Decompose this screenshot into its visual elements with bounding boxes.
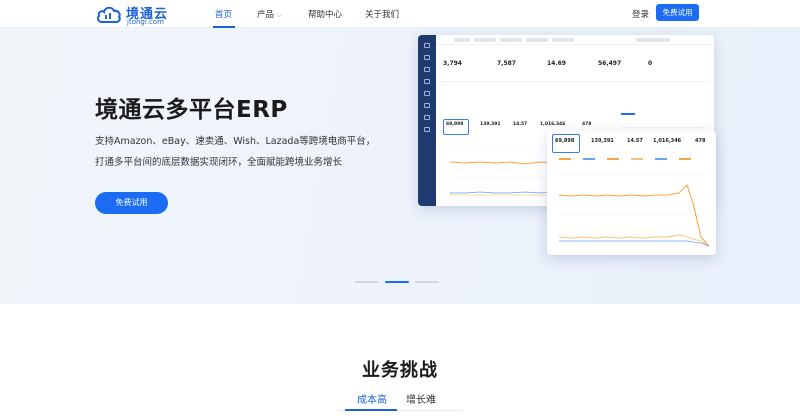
dashboard-topbar [436, 35, 714, 45]
legend-swatch [655, 158, 667, 160]
logo[interactable]: 境通云 jtongi.com [96, 3, 176, 27]
popup-kpi-value: 14.57 [627, 138, 643, 144]
carousel-dot-2[interactable] [385, 281, 409, 283]
hero-subtitle-line-2: 打通多平台间的底层数据实现闭环，全面赋能跨境业务增长 [95, 157, 343, 168]
sidebar-icon [424, 55, 430, 60]
carousel-dot-1[interactable] [355, 281, 379, 283]
filter-chip [454, 38, 470, 42]
legend-swatch [583, 158, 595, 160]
sidebar-icon [424, 43, 430, 48]
filter-chip [552, 38, 574, 42]
kpi-value: 478 [582, 122, 592, 127]
filter-chip [526, 38, 548, 42]
carousel-dot-3[interactable] [415, 281, 439, 283]
legend-swatch [559, 158, 571, 160]
kpi-value: 139,391 [480, 122, 501, 127]
kpi-value: 14.69 [547, 60, 566, 67]
table-tab-indicator [621, 113, 635, 115]
sidebar-icon [424, 127, 430, 132]
dashboard-sidebar [418, 35, 436, 206]
kpi-value: 1,016,346 [540, 122, 566, 127]
nav-item-home[interactable]: 首页 [215, 8, 232, 20]
nav-item-help[interactable]: 帮助中心 [308, 8, 342, 20]
section-title-challenges: 业务挑战 [362, 360, 438, 381]
sidebar-icon [424, 115, 430, 120]
filter-chip [474, 38, 496, 42]
divider [440, 81, 710, 82]
chevron-down-icon: ⌵ [277, 11, 283, 19]
filter-chip [636, 38, 670, 42]
divider [621, 127, 706, 128]
hero-title: 境通云多平台ERP [95, 97, 288, 123]
free-trial-button-hero[interactable]: 免费试用 [95, 192, 168, 214]
popup-kpi-value: 478 [695, 138, 706, 144]
login-link[interactable]: 登录 [632, 8, 649, 20]
filter-chip [500, 38, 522, 42]
sidebar-icon [424, 91, 430, 96]
nav-item-products-label: 产品 [257, 10, 275, 20]
sidebar-icon [424, 79, 430, 84]
tab-high-cost[interactable]: 成本高 [357, 391, 387, 406]
nav-item-about[interactable]: 关于我们 [365, 8, 399, 20]
kpi-value: 3,794 [443, 60, 462, 67]
legend-swatch [631, 158, 643, 160]
nav-item-products[interactable]: 产品 ⌵ [257, 8, 282, 20]
kpi-value: 69,898 [446, 122, 464, 127]
popup-kpi-value: 69,898 [555, 138, 575, 144]
dashboard-zoom-panel: 69,898 139,391 14.57 1,016,346 478 [547, 131, 716, 255]
zoomed-line-chart [558, 174, 711, 247]
hero-subtitle-line-1: 支持Amazon、eBay、速卖通、Wish、Lazada等跨境电商平台， [95, 136, 376, 147]
tab-hard-growth[interactable]: 增长难 [406, 391, 436, 406]
cloud-logo-icon [97, 6, 121, 23]
top-navbar: 境通云 jtongi.com 首页 产品 ⌵ 帮助中心 关于我们 登录 免费试用 [0, 0, 800, 28]
kpi-value: 14.57 [513, 122, 528, 127]
popup-kpi-value: 139,391 [591, 138, 614, 144]
sidebar-icon [424, 103, 430, 108]
kpi-value: 56,497 [598, 60, 622, 67]
free-trial-button-header[interactable]: 免费试用 [656, 4, 699, 21]
tab-active-indicator [345, 409, 397, 411]
popup-kpi-value: 1,016,346 [653, 138, 682, 144]
kpi-value: 7,587 [497, 60, 516, 67]
legend-swatch [607, 158, 619, 160]
logo-domain: jtongi.com [127, 18, 164, 26]
kpi-value: 0 [648, 60, 653, 67]
sidebar-icon [424, 67, 430, 72]
hero-subtitle: 支持Amazon、eBay、速卖通、Wish、Lazada等跨境电商平台， 打通… [95, 131, 375, 173]
legend-swatch [679, 158, 691, 160]
chart-legend [559, 157, 709, 161]
